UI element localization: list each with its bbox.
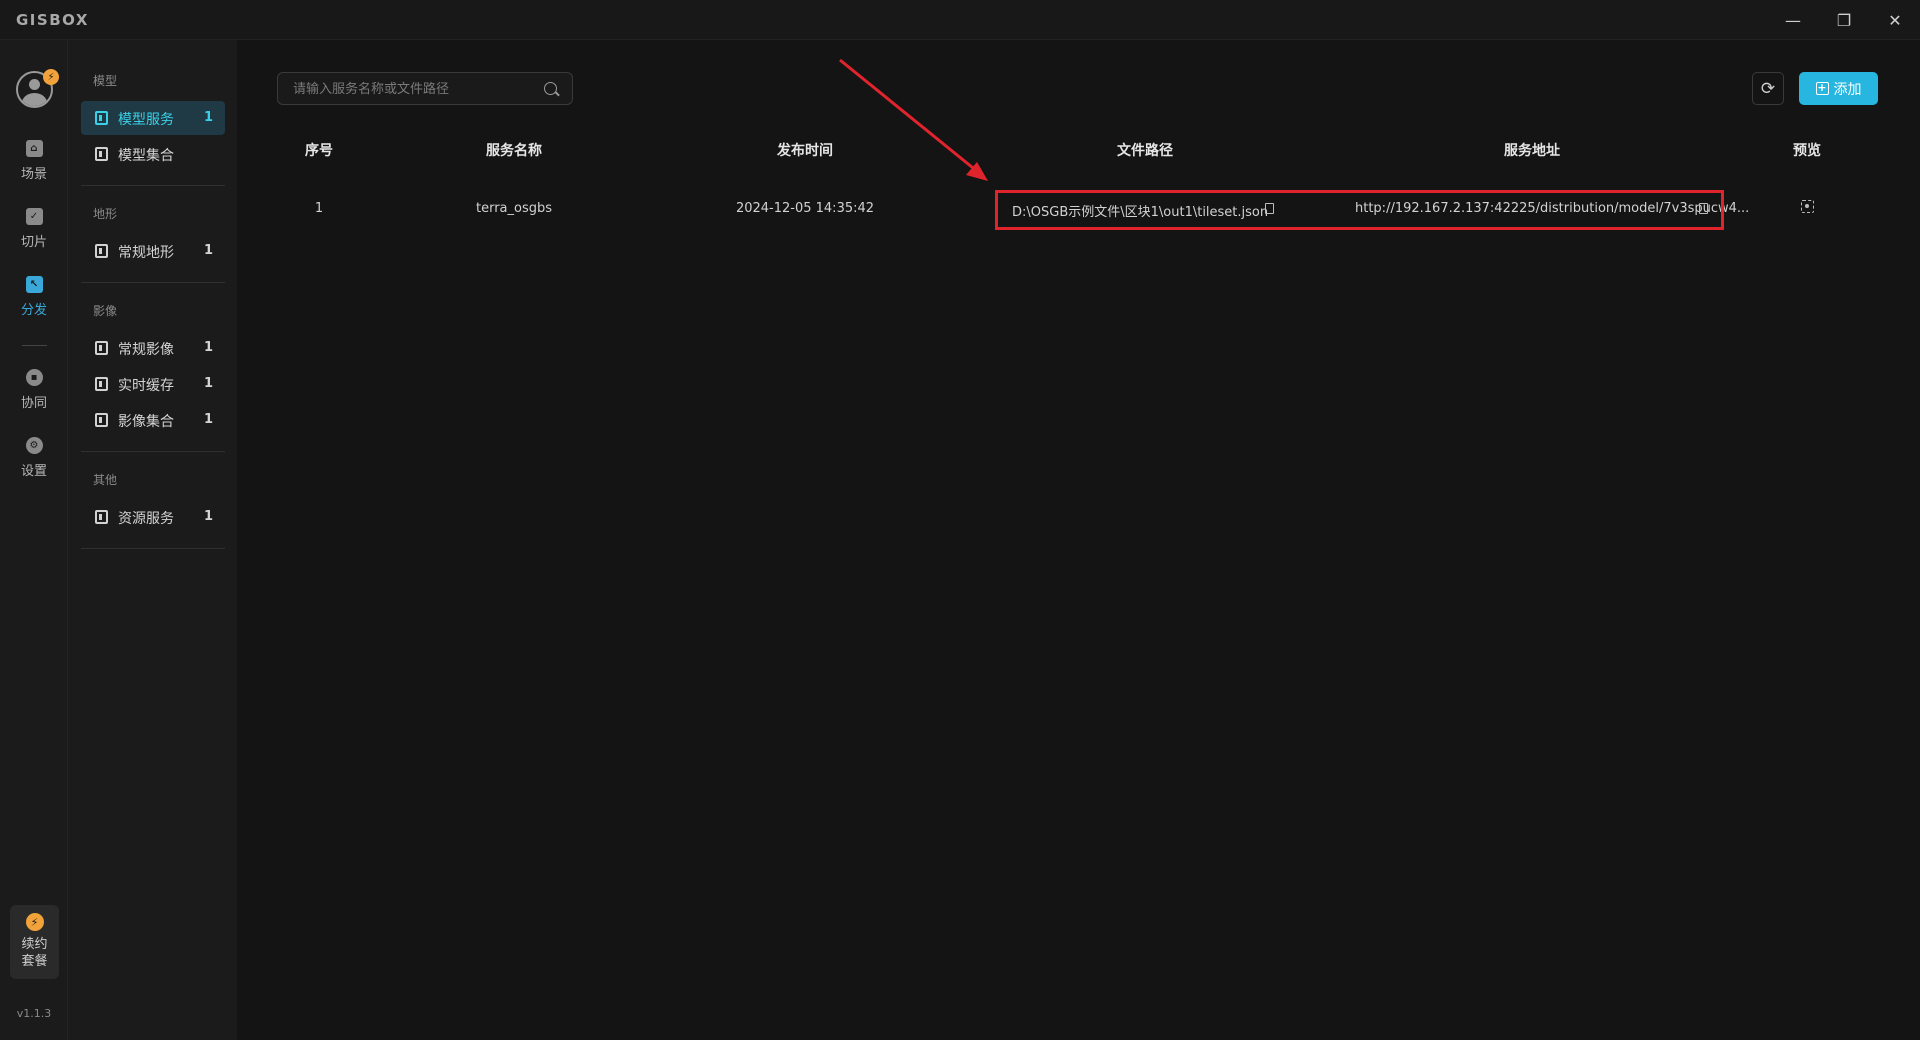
imagery-collection-icon <box>95 413 108 427</box>
lock-icon: ▪ <box>25 369 43 386</box>
annotation-arrow <box>839 58 988 181</box>
nav-label: 模型集合 <box>118 148 174 164</box>
column-header-index: 序号 <box>305 143 333 159</box>
version-label: v1.1.3 <box>16 1007 52 1020</box>
imagery-icon <box>95 341 108 355</box>
nav-label: 实时缓存 <box>118 378 174 394</box>
terrain-icon <box>95 244 108 258</box>
rail-label: 协同 <box>20 396 47 411</box>
rail-label: 场景 <box>20 167 47 182</box>
search-input[interactable] <box>293 80 533 98</box>
nav-item-model-collection[interactable]: 模型集合 <box>81 137 225 171</box>
preview-icon[interactable] <box>1801 200 1814 213</box>
resource-icon <box>95 510 108 524</box>
nav-item-regular-terrain[interactable]: 常规地形 1 <box>81 234 225 268</box>
avatar-body-shape <box>22 93 47 106</box>
nav-item-regular-imagery[interactable]: 常规影像 1 <box>81 331 225 365</box>
secondary-nav: 模型 模型服务 1 模型集合 地形 常规地形 1 影像 常规影像 1 实时缓存 … <box>68 40 237 1040</box>
nav-item-model-service[interactable]: 模型服务 1 <box>81 101 225 135</box>
section-divider <box>81 282 225 283</box>
minimize-button[interactable]: — <box>1778 6 1808 34</box>
app-logo: GISBOX <box>16 11 89 29</box>
rail-item-slice[interactable]: ✓ 切片 <box>0 208 68 260</box>
model-collection-icon <box>95 147 108 161</box>
distribute-icon: ↖ <box>25 276 43 293</box>
add-button[interactable]: + 添加 <box>1799 72 1878 105</box>
gear-icon: ⚙ <box>25 437 43 454</box>
rail-item-settings[interactable]: ⚙ 设置 <box>0 437 68 489</box>
restore-button[interactable]: ❐ <box>1829 6 1859 34</box>
cell-index: 1 <box>314 201 324 216</box>
nav-count: 1 <box>203 376 213 391</box>
rail-label: 分发 <box>20 303 47 318</box>
section-divider <box>81 548 225 549</box>
renew-label: 续约 套餐 <box>20 936 50 970</box>
icon-rail: ⚡ ⌂ 场景 ✓ 切片 ↖ 分发 ▪ 协同 ⚙ 设置 ⚡ 续约 套餐 v1.1.… <box>0 40 68 1040</box>
nav-count: 1 <box>203 340 213 355</box>
add-label: 添加 <box>1833 81 1862 98</box>
search-box <box>277 72 573 105</box>
nav-count: 1 <box>203 110 213 125</box>
arrow-head <box>966 162 988 181</box>
home-icon: ⌂ <box>25 140 43 157</box>
section-title-other: 其他 <box>93 473 118 487</box>
slice-icon: ✓ <box>25 208 43 225</box>
rail-item-scene[interactable]: ⌂ 场景 <box>0 140 68 192</box>
renew-plan-button[interactable]: ⚡ 续约 套餐 <box>10 905 59 979</box>
cache-icon <box>95 377 108 391</box>
nav-item-resource-service[interactable]: 资源服务 1 <box>81 500 225 534</box>
rail-label: 设置 <box>20 464 47 479</box>
section-title-model: 模型 <box>93 74 118 88</box>
column-header-name: 服务名称 <box>486 143 542 159</box>
column-header-preview: 预览 <box>1793 143 1821 159</box>
nav-count: 1 <box>203 243 213 258</box>
avatar-head-shape <box>29 79 40 90</box>
rail-item-distribute[interactable]: ↖ 分发 <box>0 276 68 328</box>
nav-item-imagery-collection[interactable]: 影像集合 1 <box>81 403 225 437</box>
refresh-button[interactable]: ⟳ <box>1752 72 1784 105</box>
nav-label: 模型服务 <box>118 112 174 128</box>
nav-label: 影像集合 <box>118 414 174 430</box>
column-header-path: 文件路径 <box>1117 143 1173 159</box>
nav-item-realtime-cache[interactable]: 实时缓存 1 <box>81 367 225 401</box>
column-header-url: 服务地址 <box>1504 143 1560 159</box>
rail-label: 切片 <box>20 235 47 250</box>
lightning-icon: ⚡ <box>25 913 44 931</box>
cell-time: 2024-12-05 14:35:42 <box>735 201 875 216</box>
add-icon: + <box>1815 81 1829 95</box>
cell-name: terra_osgbs <box>475 201 553 216</box>
renew-line-2: 套餐 <box>21 954 48 969</box>
rail-divider <box>22 345 47 346</box>
nav-count: 1 <box>203 412 213 427</box>
section-divider <box>81 451 225 452</box>
rail-item-collaborate[interactable]: ▪ 协同 <box>0 369 68 421</box>
section-divider <box>81 185 225 186</box>
nav-count: 1 <box>203 509 213 524</box>
nav-label: 常规影像 <box>118 342 174 358</box>
lightning-icon: ⚡ <box>43 69 59 85</box>
nav-label: 资源服务 <box>118 511 174 527</box>
arrow-line <box>839 58 979 174</box>
renew-line-1: 续约 <box>21 937 48 952</box>
column-header-time: 发布时间 <box>777 143 833 159</box>
nav-label: 常规地形 <box>118 245 174 261</box>
highlight-box <box>995 190 1724 230</box>
title-bar: GISBOX — ❐ ✕ <box>0 0 1920 40</box>
search-icon[interactable] <box>544 82 557 95</box>
close-button[interactable]: ✕ <box>1880 6 1910 34</box>
model-service-icon <box>95 111 108 125</box>
refresh-icon: ⟳ <box>1760 78 1776 99</box>
section-title-terrain: 地形 <box>93 207 118 221</box>
section-title-imagery: 影像 <box>93 304 118 318</box>
